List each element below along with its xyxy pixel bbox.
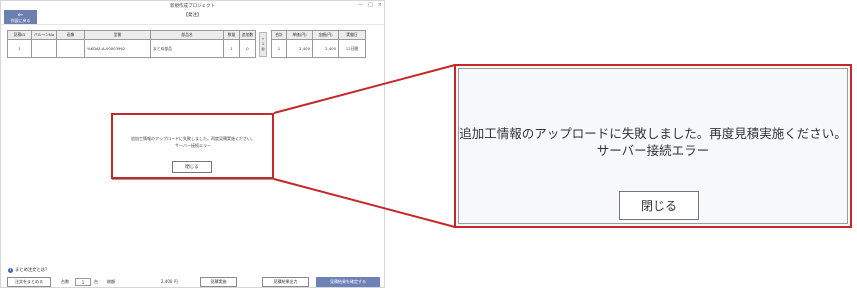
column-header-part-name: 部品名 <box>150 30 224 40</box>
back-button-label: 作図に戻る <box>10 17 31 23</box>
window-title: 新規作成プロジェクト <box>170 3 215 9</box>
total-label: 総額 <box>107 279 115 284</box>
cell-estimate-id: 1 <box>7 39 32 58</box>
minimize-icon[interactable]: — <box>358 2 363 8</box>
page-heading: 【発注】 <box>183 13 202 18</box>
table-row[interactable]: 1 %KDAF-A-00003992 まとめ部品 1 0 <box>7 39 256 58</box>
zoomed-error-message-line2: サーバー接続エラー <box>596 143 710 158</box>
total-value: 2,400 円 <box>161 279 178 284</box>
add-units-suffix: 台 <box>261 47 265 51</box>
cell-image <box>56 39 85 58</box>
column-header-unit-price: 単価(円) <box>286 30 313 40</box>
maximize-icon[interactable]: □ <box>368 2 373 8</box>
cell-part-name: まとめ部品 <box>150 39 224 58</box>
column-header-balloon-no: バルーンNo <box>31 30 57 40</box>
order-table: 見積ID バルーンNo 画像 型番 部品名 数量 追加数 1 %KDAF-A-0… <box>7 30 256 58</box>
price-table: 合計 単価(円) 金額(円) 実働日 1 2,400 2,400 12日間 <box>271 30 366 58</box>
cell-balloon-no <box>31 39 57 58</box>
zoomed-error-message-line1: 追加工情報のアップロードに失敗しました。再度見積実施ください。 <box>459 126 847 141</box>
toolbar: ← 作図に戻る 【発注】 <box>1 10 384 25</box>
title-bar: 新規作成プロジェクト — □ × <box>1 1 384 10</box>
zoomed-close-dialog-button[interactable]: 閉じる <box>619 191 699 220</box>
table-row: 1 2,400 2,400 12日間 <box>271 39 366 58</box>
price-header-row: 合計 単価(円) 金額(円) 実働日 <box>271 30 366 40</box>
column-header-amount: 金額(円) <box>312 30 339 40</box>
cell-total: 1 <box>271 39 287 58</box>
zoomed-error-dialog: 追加工情報のアップロードに失敗しました。再度見積実施ください。 サーバー接続エラ… <box>454 64 852 228</box>
column-header-additional: 追加数 <box>239 30 256 40</box>
close-icon[interactable]: × <box>378 2 382 8</box>
zoomed-error-message: 追加工情報のアップロードに失敗しました。再度見積実施ください。 サーバー接続エラ… <box>459 125 847 159</box>
export-estimate-button[interactable]: 見積結果出力 <box>262 277 309 287</box>
column-header-model-number: 型番 <box>84 30 151 40</box>
column-header-total: 合計 <box>271 30 287 40</box>
window-controls: — □ × <box>358 2 382 8</box>
cell-amount: 2,400 <box>312 39 339 58</box>
column-header-working-days: 実働日 <box>338 30 366 40</box>
column-header-quantity: 数量 <box>223 30 240 40</box>
cell-model-number: %KDAF-A-00003992 <box>84 39 151 58</box>
info-icon: i <box>8 267 13 273</box>
run-estimate-button[interactable]: 見積実施 <box>200 277 237 287</box>
zoomed-dialog-body: 追加工情報のアップロードに失敗しました。再度見積実施ください。 サーバー接続エラ… <box>458 68 848 224</box>
cell-unit-price: 2,400 <box>286 39 313 58</box>
cell-additional[interactable]: 0 <box>239 39 256 58</box>
cell-quantity: 1 <box>223 39 240 58</box>
table-header-row: 見積ID バルーンNo 画像 型番 部品名 数量 追加数 <box>7 30 256 40</box>
cell-working-days: 12日間 <box>338 39 366 58</box>
units-input[interactable]: 1 <box>75 278 91 286</box>
units-suffix: 台 <box>94 279 98 284</box>
help-text: まとめ注文とは？ <box>15 268 50 273</box>
highlight-frame <box>111 113 274 179</box>
units-label: 台数 <box>61 279 69 284</box>
add-units-button[interactable]: + 1 台 <box>259 32 267 57</box>
column-header-image: 画像 <box>56 30 85 40</box>
confirm-estimate-button[interactable]: 見積結果を確定する <box>316 277 380 287</box>
bundle-order-help-link[interactable]: i まとめ注文とは？ <box>8 267 49 273</box>
column-header-estimate-id: 見積ID <box>7 30 32 40</box>
bundle-order-button[interactable]: 注文をまとめる <box>7 277 51 287</box>
screenshot-stage: 新規作成プロジェクト — □ × ← 作図に戻る 【発注】 見積ID バルーンN… <box>0 0 857 288</box>
